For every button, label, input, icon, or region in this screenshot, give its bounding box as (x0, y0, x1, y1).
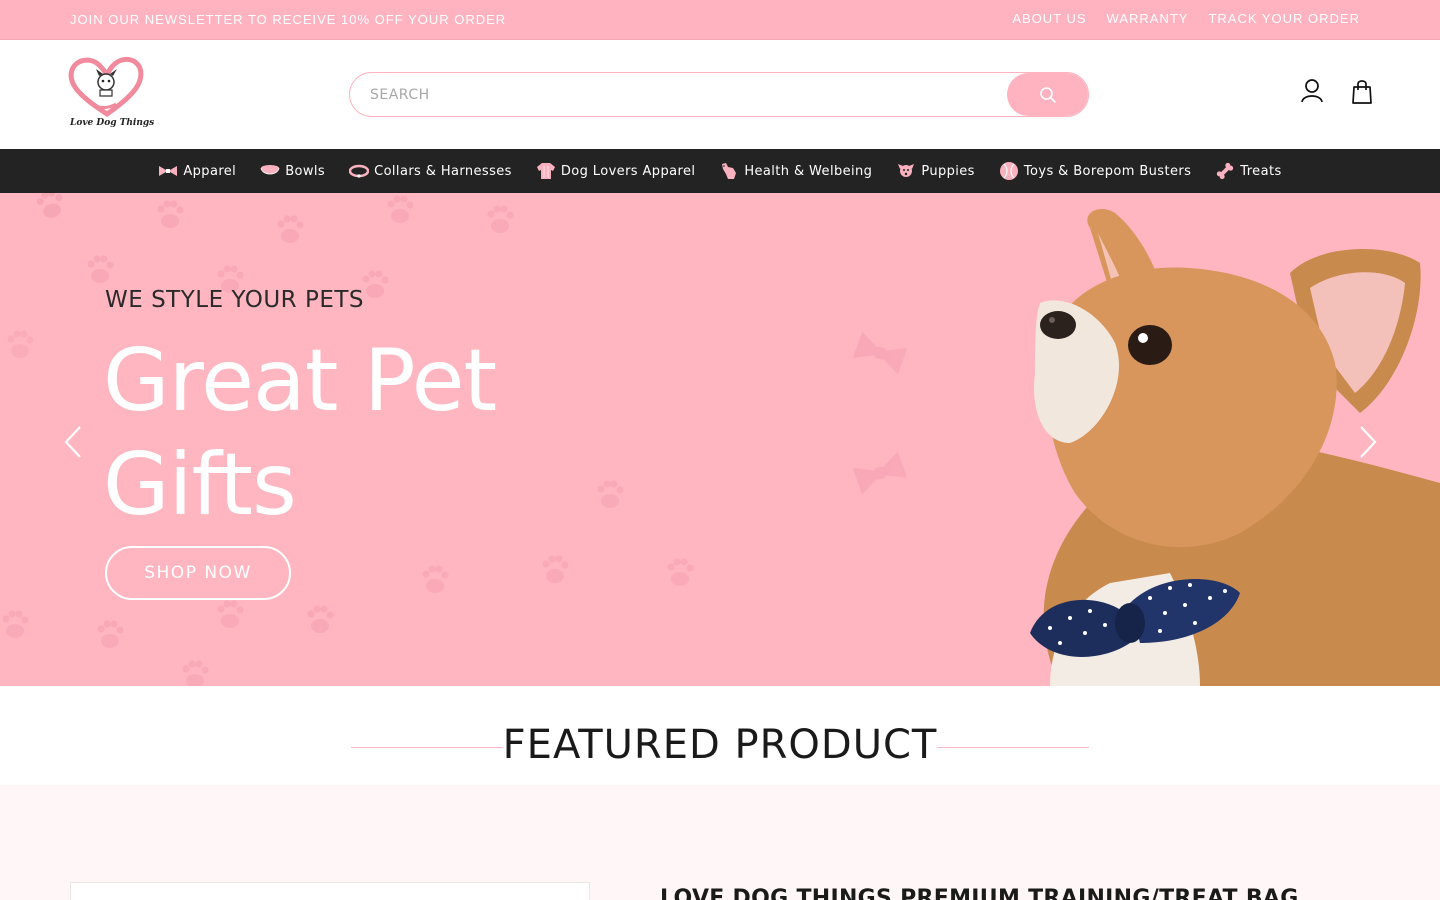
featured-heading: FEATURED PRODUCT (502, 722, 938, 768)
nav-item-puppies[interactable]: Puppies (884, 149, 987, 193)
category-nav: Apparel Bowls Collars & Harnesses Dog Lo… (0, 149, 1440, 193)
logo-text: Love Dog Things (70, 118, 155, 128)
nav-item-dog-lovers-apparel[interactable]: Dog Lovers Apparel (524, 149, 708, 193)
featured-product: LOVE DOG THINGS PREMIUM TRAINING/TREAT B… (0, 785, 1440, 900)
nav-item-collars[interactable]: Collars & Harnesses (337, 149, 524, 193)
nav-label: Treats (1240, 163, 1282, 179)
utility-links: ABOUT US WARRANTY TRACK YOUR ORDER (1012, 11, 1360, 26)
warranty-link[interactable]: WARRANTY (1107, 11, 1189, 26)
product-image-card[interactable] (70, 882, 590, 900)
nav-item-health[interactable]: Health & Welbeing (707, 149, 884, 193)
nav-label: Apparel (183, 163, 237, 179)
nav-label: Dog Lovers Apparel (560, 163, 696, 179)
product-title[interactable]: LOVE DOG THINGS PREMIUM TRAINING/TREAT B… (660, 886, 1299, 900)
nav-label: Collars & Harnesses (374, 163, 512, 179)
puppy-icon (896, 161, 916, 181)
site-header: Love Dog Things (0, 40, 1440, 149)
search-input[interactable] (350, 73, 1008, 116)
about-us-link[interactable]: ABOUT US (1012, 11, 1086, 26)
hero-banner: WE STYLE YOUR PETS Great Pet Gifts SHOP … (0, 193, 1440, 686)
dog-care-icon (719, 161, 739, 181)
header-icons (1300, 78, 1374, 106)
logo[interactable]: Love Dog Things (66, 56, 154, 134)
nav-item-toys[interactable]: Toys & Borepom Busters (987, 149, 1203, 193)
nav-label: Bowls (285, 163, 326, 179)
track-order-link[interactable]: TRACK YOUR ORDER (1208, 11, 1360, 26)
nav-label: Health & Welbeing (744, 163, 873, 179)
heading-divider-right (937, 747, 1089, 748)
shop-now-button[interactable]: SHOP NOW (105, 546, 291, 600)
search-bar (349, 72, 1089, 117)
nav-item-apparel[interactable]: Apparel (146, 149, 248, 193)
featured-section-header: FEATURED PRODUCT (0, 686, 1440, 785)
cart-icon[interactable] (1350, 78, 1374, 106)
nav-label: Toys & Borepom Busters (1023, 163, 1192, 179)
chevron-left-icon (64, 426, 81, 458)
hero-headline: Great Pet Gifts (103, 331, 497, 535)
newsletter-promo[interactable]: JOIN OUR NEWSLETTER TO RECEIVE 10% OFF Y… (70, 12, 506, 27)
collar-icon (349, 161, 370, 181)
bowl-icon (260, 161, 280, 181)
search-icon (1039, 86, 1056, 103)
prev-slide-arrow[interactable] (62, 425, 84, 459)
nav-item-treats[interactable]: Treats (1203, 149, 1293, 193)
bone-icon (1215, 161, 1235, 181)
account-icon[interactable] (1300, 78, 1324, 106)
sweater-icon (536, 161, 556, 181)
hero-kicker: WE STYLE YOUR PETS (105, 287, 365, 313)
chihuahua-image (1030, 208, 1440, 686)
search-button[interactable] (1007, 73, 1088, 116)
nav-item-bowls[interactable]: Bowls (248, 149, 337, 193)
nav-label: Puppies (921, 163, 975, 179)
announcement-bar: JOIN OUR NEWSLETTER TO RECEIVE 10% OFF Y… (0, 0, 1440, 40)
ball-icon (999, 161, 1019, 181)
bow-icon (158, 161, 178, 181)
